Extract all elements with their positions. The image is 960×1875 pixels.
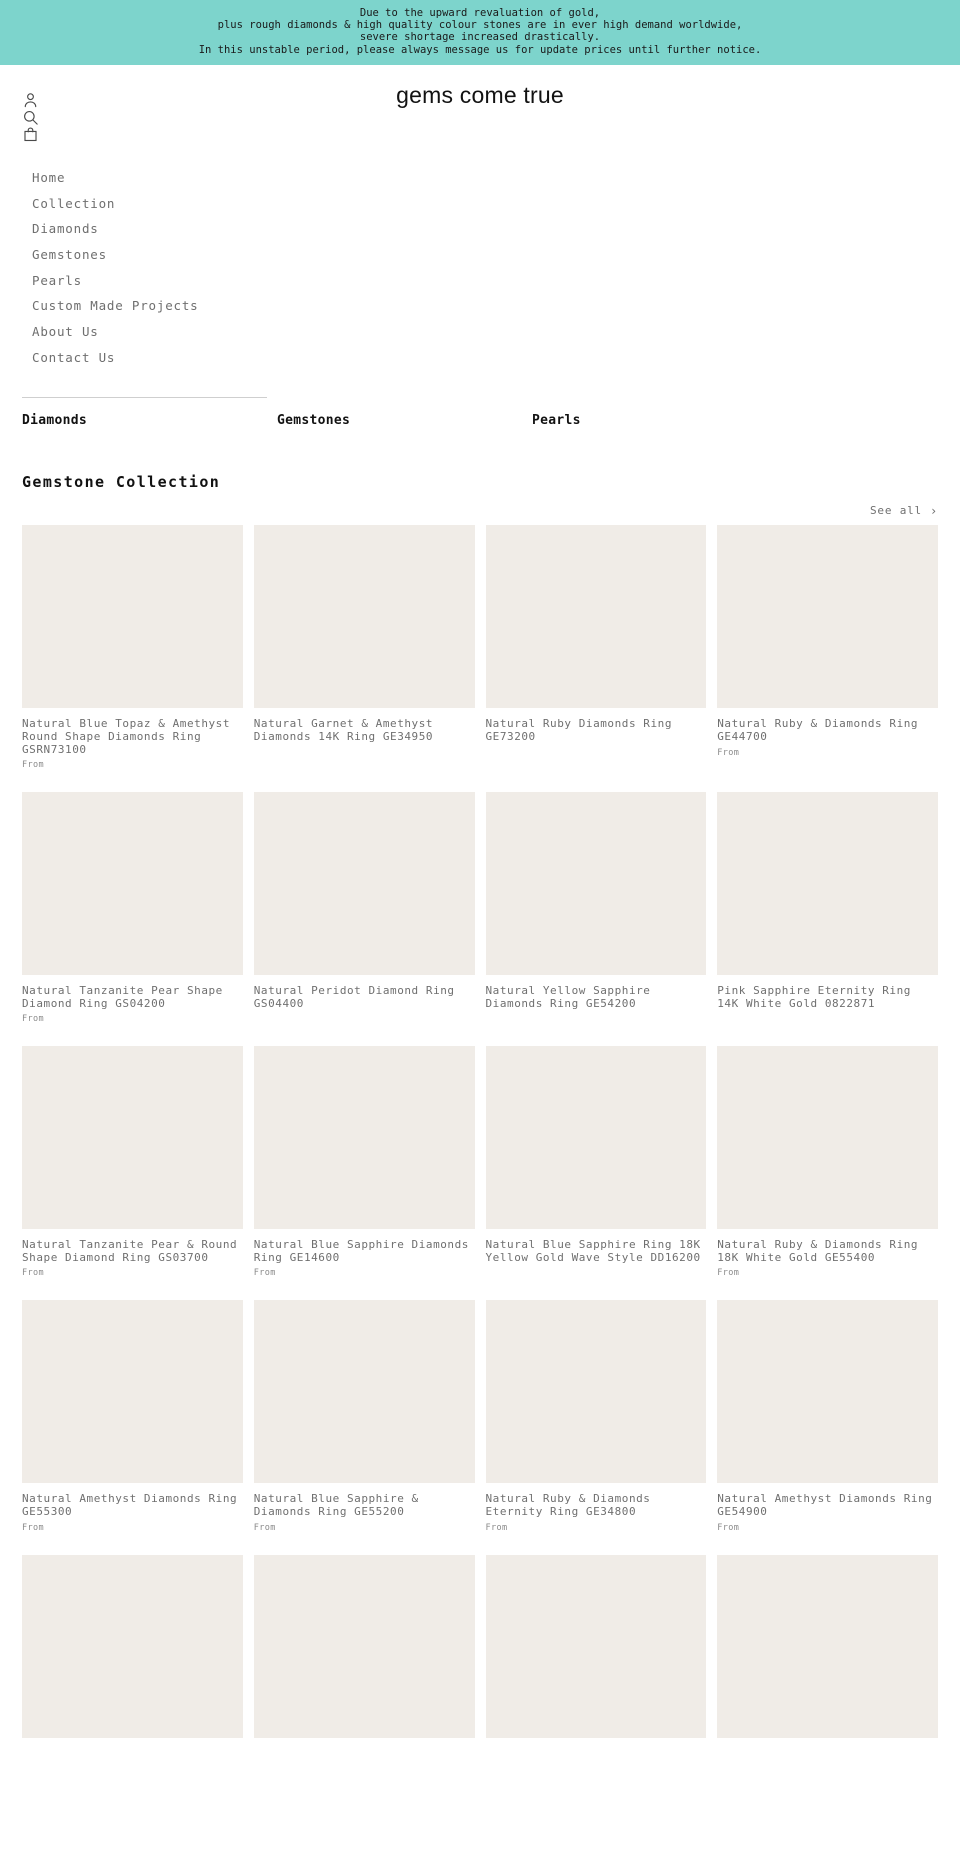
product-image	[485, 1300, 707, 1484]
product-card[interactable]: Pink Sapphire Eternity Ring 14K White Go…	[717, 792, 938, 1024]
product-title: Natural Ruby & Diamonds Eternity Ring GE…	[485, 1492, 651, 1519]
product-price: From	[717, 747, 740, 758]
product-title: Natural Tanzanite Pear & Round Shape Dia…	[22, 1238, 238, 1264]
nav-item-diamonds[interactable]: Diamonds	[0, 216, 960, 242]
active-tab-underline	[22, 397, 267, 399]
product-title: Natural Amethyst Diamonds Ring GE55300	[22, 1492, 238, 1519]
product-title: Natural Blue Sapphire Diamonds Ring GE14…	[253, 1238, 469, 1264]
product-image	[22, 792, 243, 976]
product-price: From	[253, 1522, 276, 1533]
product-image	[253, 1300, 475, 1484]
product-price: From	[22, 1268, 45, 1279]
product-card[interactable]	[717, 1554, 938, 1748]
announcement-bar: Due to the upward revaluation of gold, p…	[0, 0, 960, 65]
announcement-line: In this unstable period, please always m…	[198, 43, 762, 56]
product-image	[717, 792, 938, 976]
nav-item-home[interactable]: Home	[0, 165, 960, 191]
product-grid: Natural Blue Topaz & Amethyst Round Shap…	[22, 525, 938, 1769]
product-title: Natural Blue Sapphire & Diamonds Ring GE…	[253, 1492, 419, 1519]
product-card[interactable]: Natural Tanzanite Pear & Round Shape Dia…	[22, 1046, 243, 1278]
product-price: From	[22, 760, 45, 771]
product-title: Pink Sapphire Eternity Ring 14K White Go…	[717, 984, 911, 1010]
product-image	[485, 1554, 707, 1738]
product-image	[22, 1300, 243, 1484]
product-title: Natural Blue Sapphire Ring 18K Yellow Go…	[485, 1238, 701, 1264]
header-icon-group	[21, 91, 45, 142]
product-image	[485, 525, 707, 709]
nav-item-contact-us[interactable]: Contact Us	[0, 345, 960, 371]
product-image	[22, 1554, 243, 1738]
product-card[interactable]: Natural Ruby & Diamonds Ring GE44700 From	[717, 525, 938, 770]
product-card[interactable]: Natural Tanzanite Pear Shape Diamond Rin…	[22, 792, 243, 1024]
product-image	[485, 792, 707, 976]
product-card[interactable]: Natural Blue Sapphire Diamonds Ring GE14…	[253, 1046, 475, 1279]
nav-item-gemstones[interactable]: Gemstones	[0, 242, 960, 268]
see-all-link[interactable]: See all ›	[870, 504, 938, 517]
product-card[interactable]: Natural Peridot Diamond Ring GS04400	[253, 792, 475, 1024]
product-title: Natural Ruby & Diamonds Ring GE44700	[717, 717, 919, 743]
product-image	[717, 1300, 938, 1484]
cart-icon[interactable]	[21, 125, 45, 142]
tab-pearls[interactable]: Pearls	[532, 413, 581, 428]
product-image	[485, 1046, 707, 1230]
product-title: Natural Yellow Sapphire Diamonds Ring GE…	[485, 984, 651, 1010]
product-image	[253, 1554, 475, 1738]
product-title: Natural Ruby & Diamonds Ring 18K White G…	[717, 1238, 919, 1264]
product-card[interactable]: Natural Blue Sapphire Ring 18K Yellow Go…	[485, 1046, 707, 1278]
product-image	[22, 1046, 243, 1230]
product-price: From	[717, 1268, 740, 1279]
product-price: From	[22, 1014, 45, 1025]
product-title: Natural Amethyst Diamonds Ring GE54900	[717, 1492, 933, 1519]
product-card[interactable]: Natural Ruby & Diamonds Eternity Ring GE…	[485, 1300, 707, 1533]
product-card[interactable]: Natural Ruby Diamonds Ring GE73200	[485, 525, 707, 770]
product-image	[22, 525, 243, 709]
search-icon[interactable]	[21, 108, 45, 125]
gemstone-collection-section: Gemstone Collection See all › Natural Bl…	[0, 473, 960, 1769]
main-navigation: Home Collection Diamonds Gemstones Pearl…	[0, 165, 960, 371]
see-all-row: See all ›	[22, 504, 938, 517]
product-image	[717, 1046, 938, 1230]
product-image	[253, 792, 475, 976]
product-image	[253, 1046, 475, 1230]
announcement-line: Due to the upward revaluation of gold,	[359, 7, 601, 19]
see-all-label: See all	[870, 504, 922, 518]
product-title: Natural Blue Topaz & Amethyst Round Shap…	[22, 717, 231, 756]
product-card[interactable]: Natural Ruby & Diamonds Ring 18K White G…	[717, 1046, 938, 1278]
product-title: Natural Peridot Diamond Ring GS04400	[253, 984, 455, 1010]
product-image	[717, 1554, 938, 1738]
product-price: From	[253, 1268, 276, 1279]
nav-item-custom-made-projects[interactable]: Custom Made Projects	[0, 293, 960, 319]
collection-heading: Gemstone Collection	[22, 473, 221, 492]
product-card[interactable]: Natural Blue Sapphire & Diamonds Ring GE…	[253, 1300, 475, 1533]
product-card[interactable]	[485, 1554, 707, 1748]
product-image	[253, 525, 475, 709]
product-card[interactable]	[253, 1554, 475, 1748]
site-logo[interactable]: gems come true	[0, 82, 960, 109]
nav-item-about-us[interactable]: About Us	[0, 319, 960, 345]
product-card[interactable]: Natural Amethyst Diamonds Ring GE54900 Fr…	[717, 1300, 938, 1533]
product-price: From	[717, 1522, 740, 1533]
nav-item-pearls[interactable]: Pearls	[0, 268, 960, 294]
product-card[interactable]	[22, 1554, 243, 1748]
tab-diamonds[interactable]: Diamonds	[22, 413, 87, 428]
product-price: From	[22, 1522, 45, 1533]
product-image	[717, 525, 938, 709]
category-tabs: Diamonds Gemstones Pearls	[0, 397, 960, 441]
product-card[interactable]: Natural Garnet & Amethyst Diamonds 14K R…	[253, 525, 475, 770]
announcement-line: severe shortage increased drastically.	[359, 31, 601, 44]
nav-item-collection[interactable]: Collection	[0, 191, 960, 217]
product-title: Natural Garnet & Amethyst Diamonds 14K R…	[253, 717, 434, 743]
account-icon[interactable]	[21, 91, 45, 108]
chevron-right-icon: ›	[929, 503, 938, 518]
tab-gemstones[interactable]: Gemstones	[277, 413, 350, 428]
product-title: Natural Tanzanite Pear Shape Diamond Rin…	[22, 984, 223, 1010]
product-card[interactable]: Natural Blue Topaz & Amethyst Round Shap…	[22, 525, 243, 770]
product-price: From	[485, 1522, 508, 1533]
announcement-line: plus rough diamonds & high quality colou…	[217, 19, 743, 32]
site-header: gems come true	[0, 65, 960, 157]
product-card[interactable]: Natural Yellow Sapphire Diamonds Ring GE…	[485, 792, 707, 1024]
product-title: Natural Ruby Diamonds Ring GE73200	[485, 717, 672, 743]
product-card[interactable]: Natural Amethyst Diamonds Ring GE55300 Fr…	[22, 1300, 243, 1533]
